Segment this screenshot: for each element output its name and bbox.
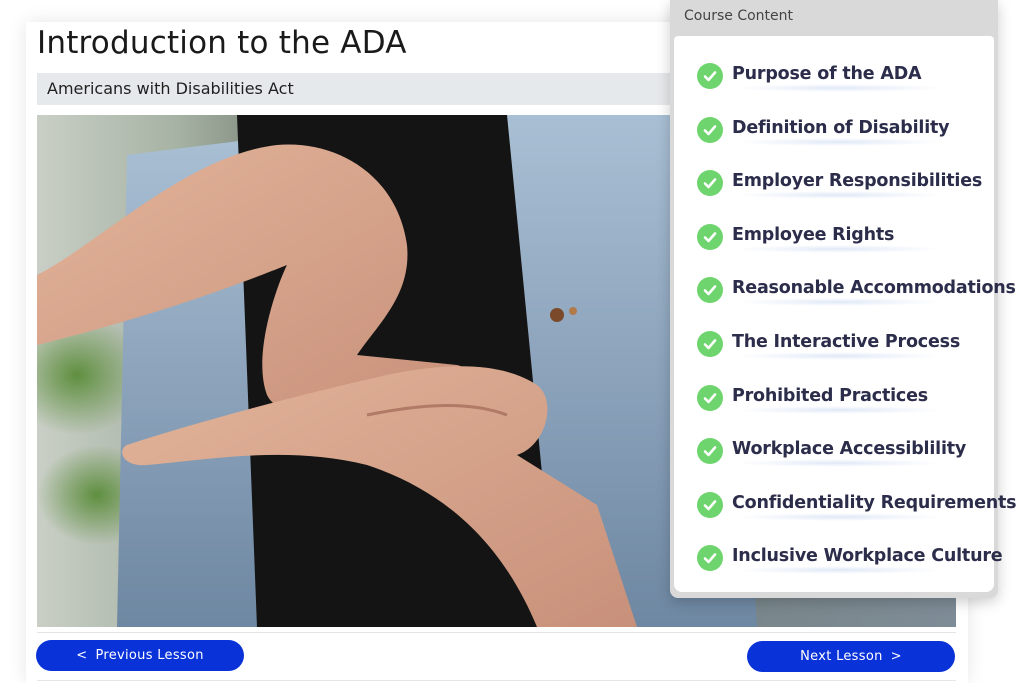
- lesson-label: Workplace Accessiblility: [732, 439, 967, 460]
- lesson-label: Reasonable Accommodations: [732, 278, 1016, 299]
- lesson-label: Employee Rights: [732, 224, 895, 245]
- chevron-right-icon: >: [890, 649, 902, 664]
- checkmark-icon: [697, 491, 723, 518]
- course-content-panel: Course Content Purpose of the ADA Definit…: [670, 0, 1017, 598]
- checkmark-icon: [697, 63, 723, 89]
- checkmark-icon: [697, 438, 723, 465]
- previous-lesson-button[interactable]: < Previous Lesson: [36, 640, 244, 671]
- lesson-label: Purpose of the ADA: [732, 64, 922, 84]
- lesson-label: Employer Responsibilities: [732, 171, 983, 192]
- nav-divider: [37, 632, 956, 633]
- lesson-label: The Interactive Process: [732, 331, 961, 352]
- lesson-item[interactable]: Employer Responsibilities: [674, 157, 994, 211]
- lesson-item[interactable]: Workplace Accessiblility: [674, 425, 994, 479]
- subtitle-bar: Americans with Disabilities Act: [37, 73, 677, 105]
- lesson-list: Purpose of the ADA Definition of Disabili…: [674, 50, 1017, 586]
- course-content-body: Purpose of the ADA Definition of Disabili…: [674, 36, 1017, 592]
- bottom-divider: [37, 680, 956, 681]
- checkmark-icon: [697, 277, 723, 304]
- checkmark-icon: [697, 223, 723, 250]
- checkmark-icon: [697, 545, 723, 572]
- lesson-label: Definition of Disability: [732, 117, 950, 138]
- lesson-item[interactable]: Confidentiality Requirements: [674, 479, 1017, 533]
- lesson-item[interactable]: Employee Rights: [674, 211, 994, 265]
- previous-lesson-label: Previous Lesson: [95, 648, 204, 663]
- checkmark-icon: [697, 330, 723, 357]
- lesson-label: Confidentiality Requirements: [732, 492, 1017, 513]
- page-title: Introduction to the ADA: [37, 25, 407, 61]
- lesson-label: Prohibited Practices: [732, 385, 928, 406]
- next-lesson-button[interactable]: Next Lesson >: [747, 641, 955, 672]
- lesson-label: Inclusive Workplace Culture: [732, 546, 1003, 567]
- course-content-header: Course Content: [684, 8, 794, 24]
- lesson-item[interactable]: Inclusive Workplace Culture: [674, 532, 1003, 586]
- lesson-item[interactable]: Reasonable Accommodations: [674, 264, 1016, 318]
- next-lesson-label: Next Lesson: [800, 649, 883, 664]
- checkmark-icon: [697, 384, 723, 411]
- checkmark-icon: [697, 170, 723, 197]
- lesson-item[interactable]: Definition of Disability: [674, 104, 994, 158]
- lesson-item[interactable]: Prohibited Practices: [674, 372, 994, 426]
- checkmark-icon: [697, 116, 723, 143]
- chevron-left-icon: <: [76, 648, 88, 663]
- lesson-item[interactable]: Purpose of the ADA: [674, 50, 994, 104]
- page-subtitle: Americans with Disabilities Act: [47, 79, 294, 98]
- lesson-item[interactable]: The Interactive Process: [674, 318, 994, 372]
